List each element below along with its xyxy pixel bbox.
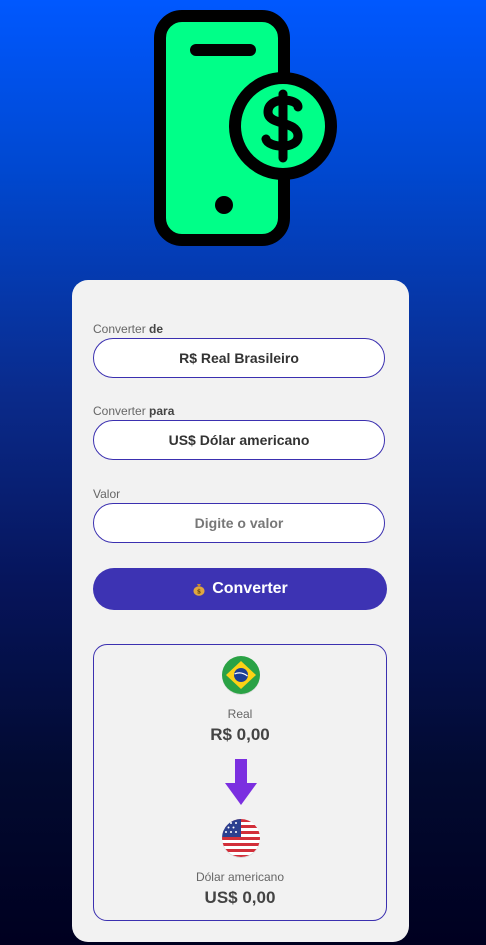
phone-dollar-logo-icon [154,10,337,246]
svg-text:$: $ [197,589,201,596]
to-currency-select[interactable]: US$ Dólar americano [93,420,385,460]
brazil-flag-icon [222,656,260,695]
money-bag-icon: $ [193,584,205,596]
usa-flag-icon [222,819,260,858]
arrow-down-icon [225,759,257,805]
to-label: Converter para [93,404,175,418]
amount-input[interactable] [94,514,384,532]
source-currency-name: Real [227,707,253,721]
from-label: Converter de [93,322,164,336]
amount-label: Valor [93,487,121,501]
from-currency-value: R$ Real Brasileiro [179,350,299,366]
target-currency-name: Dólar americano [195,870,285,884]
source-currency-value: R$ 0,00 [210,725,270,744]
from-currency-select[interactable]: R$ Real Brasileiro [93,338,385,378]
to-currency-value: US$ Dólar americano [168,432,310,448]
convert-button-label: Converter [212,580,288,597]
amount-field-wrapper [93,503,385,543]
convert-button[interactable]: $ Converter [93,568,387,610]
converter-card: Converter de R$ Real Brasileiro Converte… [72,280,409,942]
result-panel: Real R$ 0,00 Dólar americano US$ 0,00 [93,644,387,921]
target-currency-value: US$ 0,00 [204,888,276,907]
